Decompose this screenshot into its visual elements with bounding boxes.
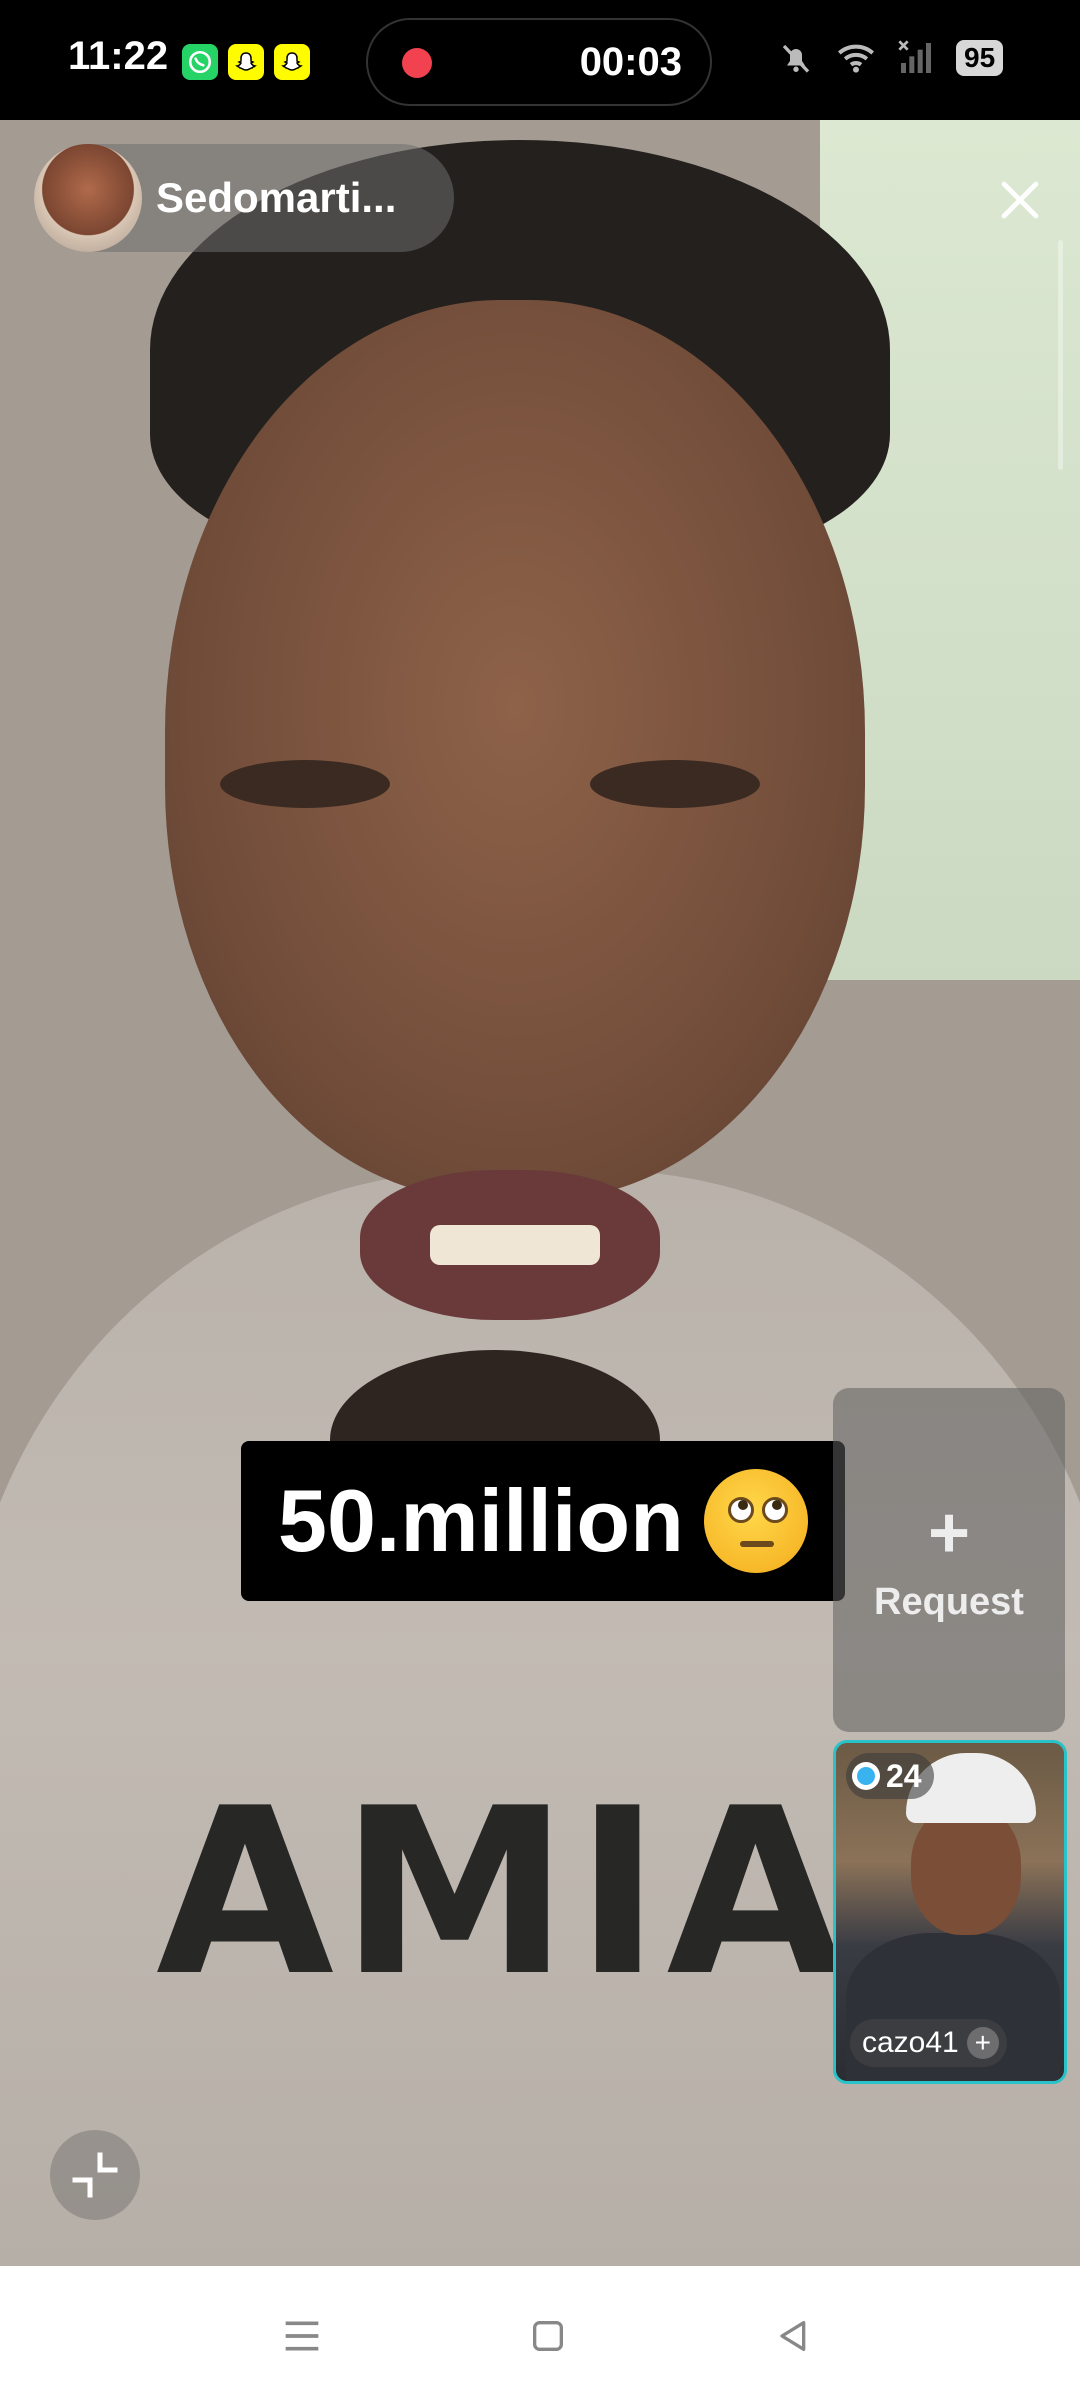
caption-text: 50.million: [278, 1471, 684, 1570]
recent-apps-button[interactable]: [262, 2296, 342, 2376]
close-icon: [1001, 181, 1039, 219]
eye-roll-emoji-icon: [703, 1469, 808, 1573]
minimize-button[interactable]: [50, 2130, 140, 2220]
host-name[interactable]: Sedomarti...: [156, 174, 396, 222]
guest-face: [911, 1805, 1021, 1935]
guest-score-badge: 24: [846, 1753, 934, 1799]
host-teeth: [430, 1225, 600, 1265]
notification-icons: [182, 44, 310, 80]
follow-plus-icon[interactable]: +: [966, 2027, 999, 2059]
scroll-indicator: [1058, 240, 1063, 470]
minimize-icon: [72, 2152, 118, 2198]
host-eye: [220, 760, 390, 808]
screen-recording-pill[interactable]: 00:03: [366, 18, 712, 106]
host-eye: [590, 760, 760, 808]
wifi-icon: [836, 36, 876, 80]
whatsapp-icon: [182, 44, 218, 80]
status-bar: 11:22 00:03 95: [0, 0, 1080, 120]
status-time: 11:22: [68, 34, 169, 78]
system-icons: 95: [776, 36, 1004, 80]
snapchat-icon: [228, 44, 264, 80]
request-label: Request: [874, 1580, 1024, 1623]
host-profile-chip[interactable]: Sedomarti...: [34, 144, 454, 252]
close-button[interactable]: [990, 170, 1050, 230]
cellular-signal-icon: [896, 36, 936, 80]
recording-timer: 00:03: [579, 40, 682, 84]
snapchat-icon: [274, 44, 310, 80]
mute-bell-icon: [776, 36, 816, 80]
menu-icon: [285, 2321, 319, 2351]
back-button[interactable]: [752, 2296, 832, 2376]
guest-video-tile[interactable]: 24 cazo41 +: [833, 1740, 1067, 2084]
host-avatar[interactable]: [34, 144, 142, 252]
guest-name[interactable]: cazo41: [862, 2026, 959, 2060]
guest-name-chip[interactable]: cazo41 +: [850, 2019, 1007, 2067]
host-face: [165, 300, 865, 1200]
live-caption: 50.million: [241, 1441, 845, 1601]
battery-indicator: 95: [956, 40, 1004, 76]
request-to-join-button[interactable]: + Request: [833, 1388, 1065, 1732]
recording-dot-icon: [402, 48, 432, 78]
home-square-icon: [533, 2321, 563, 2351]
system-navigation-bar: [0, 2266, 1080, 2400]
gem-icon: [852, 1762, 880, 1790]
guest-count: 24: [886, 1757, 922, 1794]
plus-icon: +: [927, 1492, 971, 1573]
back-triangle-icon: [780, 2321, 806, 2351]
home-button[interactable]: [508, 2296, 588, 2376]
